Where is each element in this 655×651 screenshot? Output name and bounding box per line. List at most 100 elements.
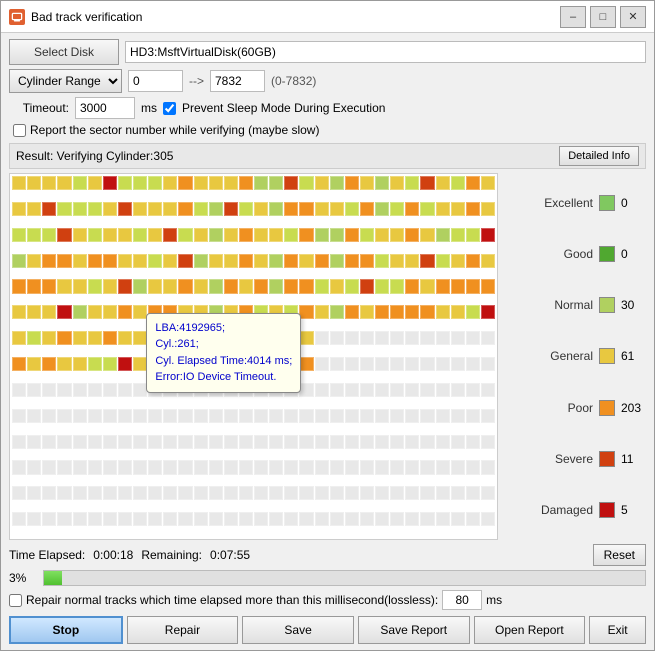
grid-cell[interactable] [209,486,223,500]
grid-cell[interactable] [194,176,208,190]
grid-cell[interactable] [330,486,344,500]
grid-cell[interactable] [133,460,147,474]
grid-cell[interactable] [330,460,344,474]
grid-cell[interactable] [284,409,298,423]
grid-cell[interactable] [163,486,177,500]
grid-cell[interactable] [299,202,313,216]
grid-cell[interactable] [103,305,117,319]
grid-cell[interactable] [103,202,117,216]
grid-cell[interactable] [163,512,177,526]
range-type-dropdown[interactable]: Cylinder Range [9,69,122,93]
grid-cell[interactable] [239,254,253,268]
grid-cell[interactable] [420,228,434,242]
grid-cell[interactable] [451,435,465,449]
grid-cell[interactable] [57,409,71,423]
grid-cell[interactable] [73,486,87,500]
grid-cell[interactable] [466,383,480,397]
grid-cell[interactable] [209,202,223,216]
grid-cell[interactable] [12,435,26,449]
grid-cell[interactable] [284,254,298,268]
grid-cell[interactable] [194,202,208,216]
grid-cell[interactable] [330,331,344,345]
grid-cell[interactable] [224,512,238,526]
grid-cell[interactable] [178,512,192,526]
grid-cell[interactable] [345,254,359,268]
grid-cell[interactable] [420,512,434,526]
grid-cell[interactable] [163,409,177,423]
grid-cell[interactable] [73,228,87,242]
grid-cell[interactable] [451,254,465,268]
grid-cell[interactable] [284,279,298,293]
grid-cell[interactable] [88,202,102,216]
grid-cell[interactable] [390,279,404,293]
grid-cell[interactable] [360,305,374,319]
grid-cell[interactable] [27,228,41,242]
grid-cell[interactable] [209,512,223,526]
grid-cell[interactable] [178,254,192,268]
grid-cell[interactable] [360,435,374,449]
grid-cell[interactable] [405,305,419,319]
grid-cell[interactable] [239,460,253,474]
grid-cell[interactable] [194,486,208,500]
grid-cell[interactable] [436,512,450,526]
grid-cell[interactable] [330,176,344,190]
grid-cell[interactable] [315,435,329,449]
grid-cell[interactable] [466,460,480,474]
grid-cell[interactable] [405,435,419,449]
grid-cell[interactable] [375,383,389,397]
grid-cell[interactable] [224,176,238,190]
grid-cell[interactable] [345,486,359,500]
grid-cell[interactable] [330,357,344,371]
grid-cell[interactable] [330,383,344,397]
grid-cell[interactable] [390,512,404,526]
grid-cell[interactable] [133,486,147,500]
grid-cell[interactable] [103,357,117,371]
grid-cell[interactable] [12,279,26,293]
grid-cell[interactable] [57,383,71,397]
grid-cell[interactable] [451,305,465,319]
grid-cell[interactable] [88,512,102,526]
grid-cell[interactable] [148,228,162,242]
grid-cell[interactable] [133,202,147,216]
grid-cell[interactable] [194,512,208,526]
grid-cell[interactable] [103,228,117,242]
grid-cell[interactable] [148,279,162,293]
grid-cell[interactable] [148,202,162,216]
grid-cell[interactable] [451,486,465,500]
grid-cell[interactable] [390,383,404,397]
grid-cell[interactable] [436,176,450,190]
grid-cell[interactable] [345,409,359,423]
grid-cell[interactable] [345,383,359,397]
grid-cell[interactable] [269,486,283,500]
grid-cell[interactable] [269,512,283,526]
grid-cell[interactable] [330,409,344,423]
grid-cell[interactable] [12,254,26,268]
grid-cell[interactable] [12,460,26,474]
grid-cell[interactable] [57,279,71,293]
grid-cell[interactable] [345,460,359,474]
grid-cell[interactable] [330,228,344,242]
grid-cell[interactable] [12,331,26,345]
grid-cell[interactable] [299,279,313,293]
range-to-input[interactable] [210,70,265,92]
grid-cell[interactable] [436,435,450,449]
grid-cell[interactable] [420,357,434,371]
grid-cell[interactable] [345,512,359,526]
grid-cell[interactable] [118,176,132,190]
grid-cell[interactable] [345,228,359,242]
grid-cell[interactable] [42,512,56,526]
grid-cell[interactable] [466,486,480,500]
grid-cell[interactable] [57,202,71,216]
grid-cell[interactable] [420,176,434,190]
grid-cell[interactable] [42,383,56,397]
grid-cell[interactable] [133,383,147,397]
minimize-button[interactable]: – [560,6,586,28]
grid-cell[interactable] [57,486,71,500]
grid-cell[interactable] [118,409,132,423]
grid-cell[interactable] [390,202,404,216]
grid-cell[interactable] [269,460,283,474]
grid-cell[interactable] [42,305,56,319]
grid-cell[interactable] [178,460,192,474]
grid-cell[interactable] [27,409,41,423]
grid-cell[interactable] [345,331,359,345]
